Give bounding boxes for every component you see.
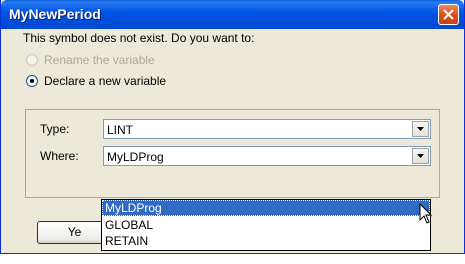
prompt-text: This symbol does not exist. Do you want …: [23, 31, 255, 45]
option-label: MyLDProg: [105, 201, 162, 215]
where-combobox[interactable]: MyLDProg: [103, 146, 431, 166]
rename-radio[interactable]: [26, 54, 38, 66]
where-label: Where:: [40, 149, 79, 163]
rename-radio-label: Rename the variable: [44, 53, 155, 67]
mouse-pointer-icon: [419, 203, 433, 224]
chevron-down-icon: [417, 127, 424, 131]
where-value: MyLDProg: [107, 150, 164, 164]
type-label: Type:: [40, 122, 70, 136]
dropdown-option-myldprog[interactable]: MyLDProg: [102, 200, 430, 216]
where-dropdown-list: MyLDProg GLOBAL RETAIN: [101, 199, 431, 251]
chevron-down-icon: [417, 154, 424, 158]
window-title: MyNewPeriod: [9, 6, 101, 22]
declare-radio[interactable]: [26, 75, 38, 87]
option-label: RETAIN: [105, 234, 149, 248]
title-bar[interactable]: MyNewPeriod: [1, 0, 464, 29]
close-x-icon: [443, 9, 454, 20]
dropdown-option-retain[interactable]: RETAIN: [102, 233, 430, 249]
where-dropdown-button[interactable]: [412, 148, 429, 164]
declare-radio-label: Declare a new variable: [44, 74, 167, 88]
dropdown-option-global[interactable]: GLOBAL: [102, 217, 430, 233]
radio-dot-icon: [30, 79, 34, 83]
type-value: LINT: [107, 123, 134, 137]
option-label: GLOBAL: [105, 218, 154, 232]
close-button[interactable]: [438, 4, 459, 25]
type-dropdown-button[interactable]: [412, 121, 429, 137]
type-combobox[interactable]: LINT: [103, 119, 431, 139]
declaration-group: Type: LINT Where: MyLDProg: [25, 109, 440, 198]
